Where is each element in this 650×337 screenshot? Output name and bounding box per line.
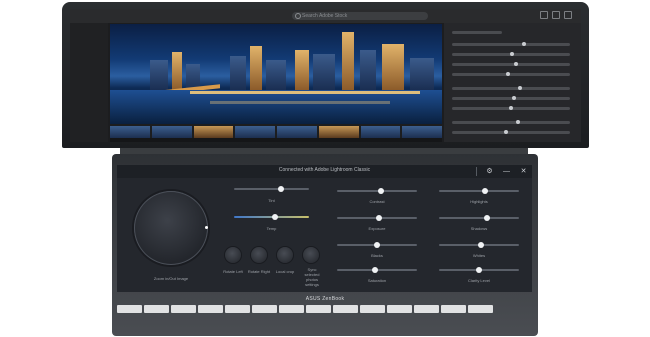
local-crop-button[interactable] [277, 247, 293, 263]
lightroom-bottombar [110, 138, 442, 142]
titlebar-separator [476, 167, 477, 176]
sync-settings-button[interactable] [303, 247, 319, 263]
slider-knob[interactable] [272, 214, 278, 220]
toolbar-icons [540, 11, 576, 21]
city-photo [110, 24, 442, 124]
lightroom-topbar: Search Adobe Stock [70, 9, 581, 23]
main-screen: Search Adobe Stock [70, 9, 581, 142]
exposure-label: Exposure [368, 226, 386, 231]
whites-slider[interactable] [439, 242, 519, 248]
blacks-label: Blacks [371, 253, 383, 258]
rotate-right-label: Rotate Right [247, 269, 271, 274]
slider-knob[interactable] [482, 188, 488, 194]
crop-icon[interactable] [540, 11, 548, 19]
highlights-label: Highlights [470, 199, 488, 204]
rotate-right-button[interactable] [251, 247, 267, 263]
whites-label: Whites [472, 253, 486, 258]
settings-icon[interactable]: ⚙ [485, 167, 494, 176]
grid-icon[interactable] [564, 11, 572, 19]
slider-knob[interactable] [378, 188, 384, 194]
slider-knob[interactable] [374, 242, 380, 248]
zoom-dial[interactable] [134, 191, 208, 265]
filmstrip[interactable] [110, 126, 442, 138]
slider-knob[interactable] [484, 215, 490, 221]
tint-label: Tint [268, 198, 275, 203]
slider-knob[interactable] [278, 186, 284, 192]
saturation-label: Saturation [367, 278, 387, 283]
contrast-label: Contrast [369, 199, 385, 204]
tint-slider[interactable] [234, 186, 309, 192]
keyboard [117, 305, 532, 333]
dial-indicator [205, 226, 208, 229]
left-panel [70, 23, 108, 142]
highlights-slider[interactable] [439, 188, 519, 194]
temp-label: Temp [266, 226, 277, 231]
search-input[interactable]: Search Adobe Stock [292, 12, 428, 20]
dial-label: Zoom in/Out Image [153, 276, 189, 281]
sync-settings-label: Sync selected photos settings [304, 267, 320, 287]
slider-knob[interactable] [372, 267, 378, 273]
saturation-slider[interactable] [337, 267, 417, 273]
close-icon[interactable]: ✕ [519, 167, 528, 176]
clarity-label: Clarity Level [467, 278, 490, 283]
blacks-slider[interactable] [337, 242, 417, 248]
temp-slider[interactable] [234, 214, 309, 220]
exposure-slider[interactable] [337, 215, 417, 221]
develop-panel [444, 23, 581, 142]
screenpad-titlebar: Connected with Adobe Lightroom Classic ⚙… [117, 165, 532, 178]
slider-knob[interactable] [376, 215, 382, 221]
rotate-left-label: Rotate Left [223, 269, 243, 274]
shadows-label: Shadows [470, 226, 488, 231]
brush-icon[interactable] [552, 11, 560, 19]
local-crop-label: Local crop [275, 269, 295, 274]
screenpad-title: Connected with Adobe Lightroom Classic [278, 167, 371, 173]
screenpad: Connected with Adobe Lightroom Classic ⚙… [117, 165, 532, 292]
slider-knob[interactable] [476, 267, 482, 273]
rotate-left-button[interactable] [225, 247, 241, 263]
clarity-slider[interactable] [439, 267, 519, 273]
minimize-icon[interactable]: — [502, 167, 511, 176]
slider-knob[interactable] [478, 242, 484, 248]
search-icon [295, 13, 301, 19]
brand-logo: ASUS ZenBook [305, 296, 345, 302]
contrast-slider[interactable] [337, 188, 417, 194]
shadows-slider[interactable] [439, 215, 519, 221]
